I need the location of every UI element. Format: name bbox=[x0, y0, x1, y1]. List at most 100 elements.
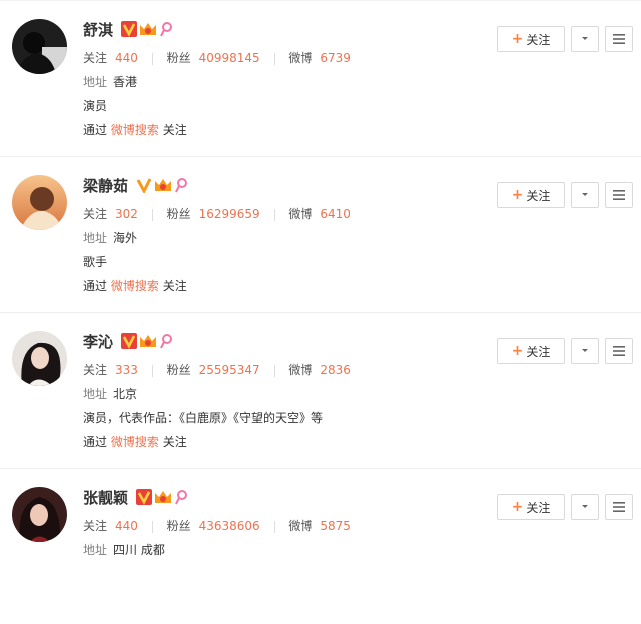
user-card: 舒淇 关注 440 粉丝 40998145 微博 6739 地址 香港 演员 通过 微博… bbox=[0, 0, 641, 156]
user-card: 李沁 关注 333 粉丝 25595347 微博 2836 地址 北京 演员，代表作品：… bbox=[0, 312, 641, 468]
avatar[interactable] bbox=[12, 331, 67, 386]
following-count[interactable]: 333 bbox=[115, 363, 138, 377]
fans-label[interactable]: 粉丝 bbox=[167, 51, 191, 65]
divider bbox=[151, 208, 153, 221]
location-value: 海外 bbox=[113, 231, 138, 245]
avatar[interactable] bbox=[12, 487, 67, 542]
follow-button-label: 关注 bbox=[526, 32, 551, 47]
location-label: 地址 bbox=[83, 75, 108, 89]
user-intro: 演员 bbox=[83, 99, 108, 113]
weibo-label[interactable]: 微博 bbox=[288, 363, 312, 377]
follow-button[interactable]: + 关注 bbox=[497, 338, 565, 364]
user-card: 张靓颖 关注 440 粉丝 43638606 微博 5875 地址 四川 成都 + 关注 bbox=[0, 468, 641, 624]
divider bbox=[273, 52, 275, 65]
more-menu-button[interactable] bbox=[605, 494, 633, 520]
following-label[interactable]: 关注 bbox=[83, 51, 107, 65]
user-name[interactable]: 梁静茹 bbox=[83, 175, 128, 196]
weibo-search-link[interactable]: 微博搜索 bbox=[111, 279, 159, 293]
chevron-down-icon bbox=[582, 193, 588, 196]
dropdown-button[interactable] bbox=[571, 26, 599, 52]
following-label[interactable]: 关注 bbox=[83, 519, 107, 533]
location-label: 地址 bbox=[83, 543, 108, 557]
weibo-label[interactable]: 微博 bbox=[288, 207, 312, 221]
plus-icon: + bbox=[511, 31, 524, 47]
fans-count[interactable]: 25595347 bbox=[199, 363, 260, 377]
more-menu-button[interactable] bbox=[605, 26, 633, 52]
user-card: 梁静茹 关注 302 粉丝 16299659 微博 6410 地址 海外 歌手 通过 微… bbox=[0, 156, 641, 312]
more-menu-button[interactable] bbox=[605, 338, 633, 364]
weibo-count[interactable]: 5875 bbox=[320, 519, 351, 533]
user-list: 舒淇 关注 440 粉丝 40998145 微博 6739 地址 香港 演员 通过 微博… bbox=[0, 0, 641, 624]
location-value: 北京 bbox=[113, 387, 138, 401]
user-name[interactable]: 张靓颖 bbox=[83, 487, 128, 508]
crown-icon[interactable] bbox=[154, 177, 172, 193]
following-label[interactable]: 关注 bbox=[83, 207, 107, 221]
crown-icon[interactable] bbox=[139, 333, 157, 349]
following-count[interactable]: 440 bbox=[115, 519, 138, 533]
menu-icon bbox=[613, 34, 625, 44]
ribbon-icon[interactable] bbox=[174, 489, 188, 505]
fans-label[interactable]: 粉丝 bbox=[167, 519, 191, 533]
menu-icon bbox=[613, 190, 625, 200]
verified-v-icon[interactable] bbox=[136, 177, 152, 195]
chevron-down-icon bbox=[582, 505, 588, 508]
follow-button-label: 关注 bbox=[526, 188, 551, 203]
follow-button-label: 关注 bbox=[526, 500, 551, 515]
ribbon-icon[interactable] bbox=[159, 333, 173, 349]
menu-icon bbox=[613, 502, 625, 512]
more-menu-button[interactable] bbox=[605, 182, 633, 208]
via-suffix: 关注 bbox=[162, 279, 187, 293]
weibo-label[interactable]: 微博 bbox=[288, 519, 312, 533]
weibo-count[interactable]: 2836 bbox=[320, 363, 351, 377]
dropdown-button[interactable] bbox=[571, 494, 599, 520]
location-value: 香港 bbox=[113, 75, 138, 89]
menu-icon bbox=[613, 346, 625, 356]
crown-icon[interactable] bbox=[139, 21, 157, 37]
user-intro: 演员，代表作品：《白鹿原》《守望的天空》等 bbox=[83, 411, 324, 425]
weibo-search-link[interactable]: 微博搜索 bbox=[111, 123, 159, 137]
via-prefix: 通过 bbox=[83, 279, 108, 293]
via-prefix: 通过 bbox=[83, 435, 108, 449]
following-count[interactable]: 302 bbox=[115, 207, 138, 221]
following-count[interactable]: 440 bbox=[115, 51, 138, 65]
weibo-count[interactable]: 6739 bbox=[320, 51, 351, 65]
follow-button[interactable]: + 关注 bbox=[497, 182, 565, 208]
plus-icon: + bbox=[511, 499, 524, 515]
verified-v-icon[interactable] bbox=[121, 333, 138, 349]
weibo-label[interactable]: 微博 bbox=[288, 51, 312, 65]
user-name[interactable]: 舒淇 bbox=[83, 19, 113, 40]
via-suffix: 关注 bbox=[162, 435, 187, 449]
via-suffix: 关注 bbox=[162, 123, 187, 137]
chevron-down-icon bbox=[582, 37, 588, 40]
dropdown-button[interactable] bbox=[571, 338, 599, 364]
divider bbox=[151, 520, 153, 533]
follow-button-label: 关注 bbox=[526, 344, 551, 359]
ribbon-icon[interactable] bbox=[159, 21, 173, 37]
chevron-down-icon bbox=[582, 349, 588, 352]
avatar[interactable] bbox=[12, 19, 67, 74]
location-label: 地址 bbox=[83, 231, 108, 245]
verified-v-icon[interactable] bbox=[136, 489, 153, 505]
crown-icon[interactable] bbox=[154, 489, 172, 505]
weibo-count[interactable]: 6410 bbox=[320, 207, 351, 221]
ribbon-icon[interactable] bbox=[174, 177, 188, 193]
divider bbox=[273, 520, 275, 533]
fans-label[interactable]: 粉丝 bbox=[167, 363, 191, 377]
fans-count[interactable]: 16299659 bbox=[199, 207, 260, 221]
divider bbox=[151, 364, 153, 377]
via-prefix: 通过 bbox=[83, 123, 108, 137]
location-label: 地址 bbox=[83, 387, 108, 401]
fans-count[interactable]: 40998145 bbox=[199, 51, 260, 65]
following-label[interactable]: 关注 bbox=[83, 363, 107, 377]
user-name[interactable]: 李沁 bbox=[83, 331, 113, 352]
divider bbox=[273, 364, 275, 377]
follow-button[interactable]: + 关注 bbox=[497, 26, 565, 52]
avatar[interactable] bbox=[12, 175, 67, 230]
weibo-search-link[interactable]: 微博搜索 bbox=[111, 435, 159, 449]
fans-label[interactable]: 粉丝 bbox=[167, 207, 191, 221]
fans-count[interactable]: 43638606 bbox=[199, 519, 260, 533]
dropdown-button[interactable] bbox=[571, 182, 599, 208]
follow-button[interactable]: + 关注 bbox=[497, 494, 565, 520]
divider bbox=[273, 208, 275, 221]
verified-v-icon[interactable] bbox=[121, 21, 138, 37]
